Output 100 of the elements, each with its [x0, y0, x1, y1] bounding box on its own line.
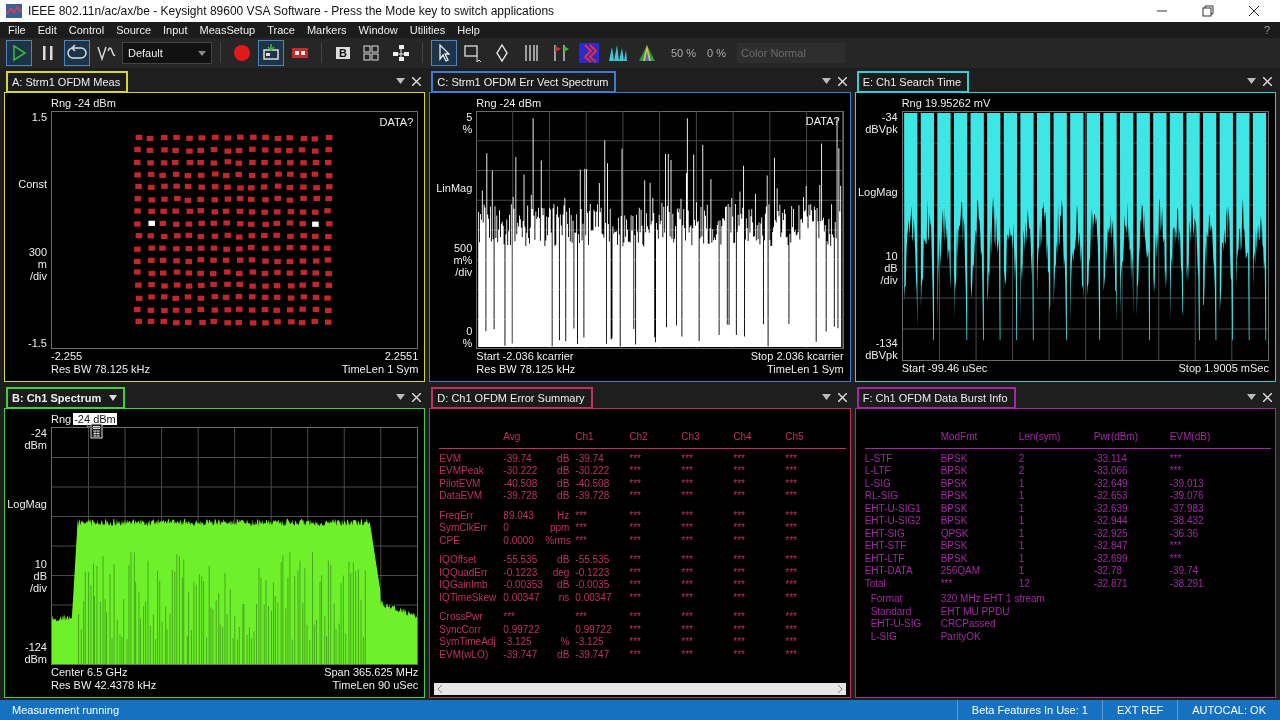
table-cell-text: EHT-SIG [864, 527, 906, 540]
menu-item[interactable]: Source [112, 24, 160, 36]
column-header: ModFmt [940, 431, 979, 444]
table-cell-text: -39.747 [503, 648, 539, 661]
range-input[interactable]: -24 dBm [73, 413, 117, 425]
table-cell-text: -32.649 [1093, 477, 1129, 490]
bold-button[interactable]: B [330, 40, 356, 66]
table-cell-text: BPSK [940, 540, 969, 553]
calculator-icon[interactable] [87, 421, 103, 439]
table-cell-text: *** [681, 579, 694, 592]
grid-icon [362, 43, 382, 63]
table-cell-text: L-SIG [864, 477, 892, 490]
table-cell-text: dB [556, 648, 571, 661]
dropdown-icon[interactable] [1247, 78, 1256, 84]
status-indicator: Beta Features In Use: 1 [956, 700, 1102, 720]
table-cell-text: EVM(wLO) [439, 648, 490, 661]
table-cell-text: 1 [1018, 540, 1026, 553]
help-button[interactable]: ? [1263, 24, 1276, 36]
column-header: Len(sym) [1018, 431, 1062, 444]
percent-readout: 0 % [707, 47, 727, 59]
axis-label: Res BW 78.125 kHz [51, 363, 151, 376]
menu-item[interactable]: Edit [33, 24, 65, 36]
menu-item[interactable]: Markers [302, 24, 355, 36]
table-cell-text: CPE [439, 534, 461, 547]
axis-label: Stop 1.9005 mSec [1178, 362, 1269, 375]
table-cell-text: *** [575, 611, 588, 624]
range-label: Rng 19.95262 mV [901, 97, 991, 109]
panel-tab[interactable]: B: Ch1 Spectrum [6, 386, 126, 408]
table-cell-text: *** [785, 566, 798, 579]
table-cell-text: *** [733, 566, 746, 579]
table-cell-text: *** [785, 611, 798, 624]
close-icon[interactable] [1248, 5, 1260, 17]
table-cell-text: *** [629, 648, 642, 661]
dropdown-icon[interactable] [396, 394, 406, 400]
menu-item[interactable]: Help [453, 24, 488, 36]
table-cell-text: -39.74 [503, 452, 533, 465]
panel-tab[interactable]: D: Ch1 OFDM Error Summary [431, 386, 593, 408]
table-cell-text: -40.508 [503, 477, 539, 490]
table-cell-text: *** [785, 591, 798, 604]
table-cell-text: 0.00347 [503, 591, 541, 604]
table-cell-text: L-LTF [864, 465, 892, 478]
dropdown-icon[interactable] [821, 78, 831, 84]
panel-tab[interactable]: F: Ch1 OFDM Data Burst Info [856, 386, 1016, 408]
table-cell-text: 1 [1018, 515, 1026, 528]
table-cell-text: -38.291 [1169, 577, 1205, 590]
menu-item[interactable]: Utilities [405, 24, 454, 36]
menu-item[interactable]: Trace [263, 24, 303, 36]
table-cell-text: *** [575, 509, 588, 522]
dropdown-icon[interactable] [1247, 394, 1256, 400]
info-value: EHT MU PPDU [940, 605, 1011, 618]
axis-label: m [37, 257, 47, 270]
axis-label: dBVpk [865, 349, 898, 361]
table-cell-text: -0.0035 [575, 579, 611, 592]
marquee-icon [463, 43, 483, 63]
dropdown-icon[interactable] [396, 78, 406, 84]
info-label: L-SIG [870, 630, 898, 643]
table-cell-text: 0 [503, 522, 510, 535]
table-cell-text: *** [733, 477, 746, 490]
panel-tab[interactable]: E: Ch1 Search Time [856, 70, 970, 92]
axis-label: 300 [28, 245, 47, 258]
zigzag-button[interactable] [576, 40, 602, 66]
axis-label: Const [18, 178, 47, 191]
scroll-bar[interactable] [434, 683, 846, 695]
panel-tab[interactable]: C: Strm1 OFDM Err Vect Spectrum [431, 70, 617, 92]
menu-item[interactable]: Control [64, 24, 113, 36]
table-cell-text: ns [557, 591, 571, 604]
restore-icon[interactable] [1202, 5, 1214, 17]
table-cell-text: EVMPeak [439, 465, 485, 478]
table-cell-text: *** [785, 522, 798, 535]
table-cell-text: -39.728 [503, 490, 539, 503]
table-cell-text: 0.00347 [575, 591, 613, 604]
status-indicator: EXT REF [1101, 700, 1178, 720]
menu-item[interactable]: File [4, 24, 34, 36]
pointer-button[interactable] [431, 40, 457, 66]
axis-label: LinMag [436, 182, 473, 195]
table-cell-text: -37.983 [1169, 502, 1205, 515]
table-cell-text: 1 [1018, 477, 1026, 490]
table-cell-text: 2 [1018, 452, 1026, 465]
column-header: Ch5 [785, 431, 805, 444]
dropdown-icon[interactable] [821, 394, 831, 400]
table-cell-text: Total [864, 577, 887, 590]
menu-item[interactable]: Window [354, 24, 406, 36]
table-cell-text: % [559, 636, 571, 649]
menu-item[interactable]: MeasSetup [195, 24, 264, 36]
table-cell-text: *** [629, 490, 642, 503]
axis-label: 5 [466, 111, 473, 123]
axis-label: LogMag [857, 186, 898, 199]
table-cell-text: %rms [545, 534, 572, 547]
table-cell-text: *** [629, 465, 642, 478]
monitor-button[interactable] [258, 40, 284, 66]
loop-button[interactable] [64, 40, 90, 66]
preset-dropdown[interactable]: Default [122, 42, 212, 64]
play-button[interactable] [6, 40, 32, 66]
zigzag-icon [579, 43, 599, 63]
menu-item[interactable]: Input [159, 24, 196, 36]
table-cell-text: *** [629, 579, 642, 592]
table-cell-text: -32.639 [1093, 502, 1129, 515]
panel-tab[interactable]: A: Strm1 OFDM Meas [6, 70, 129, 92]
table-cell-text: -3.125 [575, 636, 605, 649]
table-cell-text: 1 [1018, 490, 1026, 503]
